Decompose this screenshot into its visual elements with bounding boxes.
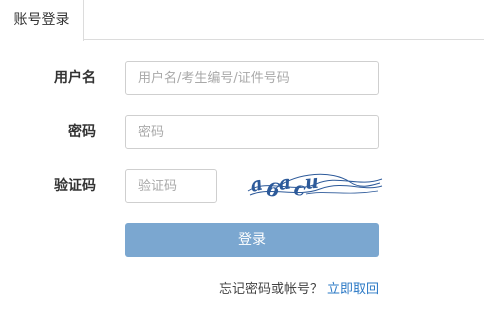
username-row: 用户名: [0, 61, 484, 95]
forgot-text: 忘记密码或帐号？: [218, 282, 323, 297]
captcha-label: 验证码: [54, 178, 96, 194]
username-input[interactable]: [125, 61, 379, 95]
password-label: 密码: [68, 124, 96, 140]
password-row: 密码: [0, 115, 484, 149]
captcha-row: 验证码 a6acu: [0, 169, 484, 203]
captcha-image[interactable]: a6acu: [246, 164, 384, 204]
captcha-input[interactable]: [125, 169, 217, 203]
forgot-account-row: 忘记密码或帐号？ 立即取回: [219, 278, 379, 297]
tab-account-login[interactable]: 账号登录: [0, 0, 84, 41]
tab-strip: 账号登录: [0, 0, 484, 41]
login-button[interactable]: 登录: [125, 223, 379, 257]
retrieve-link[interactable]: 立即取回: [327, 282, 379, 297]
login-page: 账号登录 用户名 密码 验证码 a6acu 登录 忘记密码或帐号？ 立即取回: [0, 0, 484, 314]
captcha-text: a6acu: [248, 171, 321, 203]
password-input[interactable]: [125, 115, 379, 149]
username-label: 用户名: [54, 70, 96, 86]
